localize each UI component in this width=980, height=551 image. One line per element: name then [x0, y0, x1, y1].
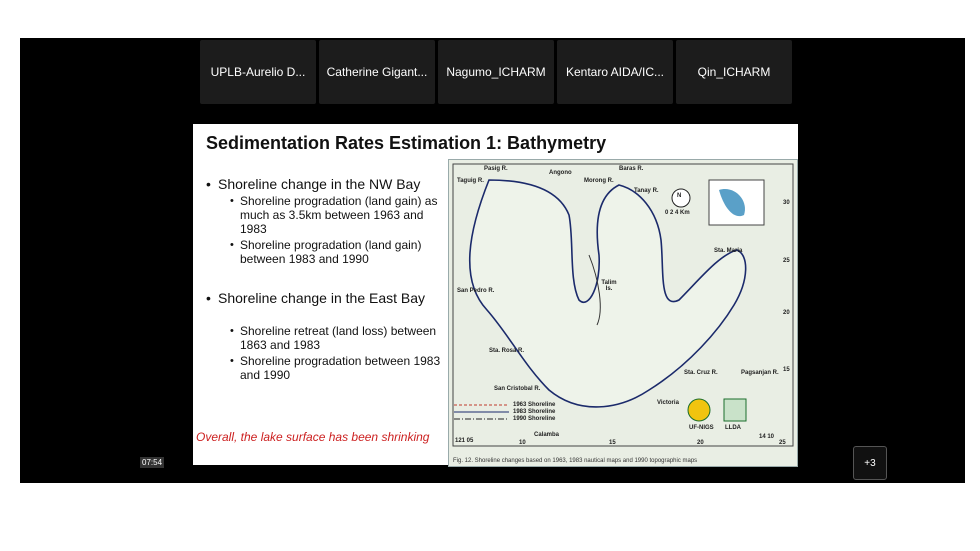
slide-title: Sedimentation Rates Estimation 1: Bathym… — [206, 133, 607, 153]
conclusion-note: Overall, the lake surface has been shrin… — [196, 430, 430, 444]
bullet-east-1: Shoreline retreat (land loss) between 18… — [230, 324, 445, 352]
participant-tile[interactable]: Kentaro AIDA/IC... — [557, 40, 673, 104]
scale-label: 0 2 4 Km — [665, 210, 690, 216]
label-ufnigs: UF-NIGS — [689, 425, 714, 431]
y-tick: 25 — [783, 258, 790, 264]
participant-tile[interactable]: Qin_ICHARM — [676, 40, 792, 104]
bullet-east-2: Shoreline progradation between 1983 and … — [230, 354, 445, 382]
meeting-stage: UPLB-Aurelio D... Catherine Gigant... Na… — [20, 38, 965, 483]
more-participants-button[interactable]: +3 — [853, 446, 887, 480]
label-pagsanjan: Pagsanjan R. — [741, 370, 779, 376]
x-tick: 20 — [697, 440, 704, 446]
x-tick: 15 — [609, 440, 616, 446]
label-llda: LLDA — [725, 425, 741, 431]
participant-tile[interactable]: UPLB-Aurelio D... — [200, 40, 316, 104]
label-sta-maria: Sta. Maria — [714, 248, 743, 254]
legend-1990: 1990 Shoreline — [513, 416, 556, 422]
label-taguig: Taguig R. — [457, 178, 484, 184]
north-label: N — [677, 193, 682, 199]
x-tick: 25 — [779, 440, 786, 446]
participant-name: Kentaro AIDA/IC... — [565, 65, 665, 79]
participant-name: Qin_ICHARM — [697, 65, 771, 79]
coord-left: 121 05 — [455, 438, 474, 444]
participant-name: UPLB-Aurelio D... — [210, 65, 306, 79]
participant-tile[interactable]: Catherine Gigant... — [319, 40, 435, 104]
label-pasig: Pasig R. — [484, 166, 508, 172]
label-morong: Morong R. — [584, 178, 614, 184]
label-talim: Talim Is. — [601, 280, 617, 292]
shared-slide: Sedimentation Rates Estimation 1: Bathym… — [193, 124, 798, 467]
legend-1963: 1963 Shoreline — [513, 402, 556, 408]
map-caption: Fig. 12. Shoreline changes based on 1963… — [453, 458, 698, 464]
bullet-nw-2: Shoreline progradation (land gain) betwe… — [230, 238, 445, 266]
label-calamba: Calamba — [534, 432, 560, 438]
participant-name: Nagumo_ICHARM — [446, 65, 546, 79]
lake-map-drawing — [452, 163, 794, 447]
recording-timer: 07:54 — [140, 457, 165, 468]
label-san-pedro: San Pedro R. — [457, 288, 495, 294]
y-tick: 20 — [783, 310, 790, 316]
y-tick: 15 — [783, 367, 790, 373]
y-tick: 30 — [783, 200, 790, 206]
bullet-nw-1: Shoreline progradation (land gain) as mu… — [230, 194, 445, 236]
legend-1983: 1983 Shoreline — [513, 409, 556, 415]
label-baras: Baras R. — [619, 166, 644, 172]
label-san-cristobal: San Cristobal R. — [494, 386, 541, 392]
participant-name: Catherine Gigant... — [326, 65, 428, 79]
label-victoria: Victoria — [657, 400, 679, 406]
bullet-nw-bay: Shoreline change in the NW Bay — [206, 176, 458, 192]
x-tick: 10 — [519, 440, 526, 446]
label-tanay: Tanay R. — [634, 188, 659, 194]
participant-tile[interactable]: Nagumo_ICHARM — [438, 40, 554, 104]
label-sta-cruz: Sta. Cruz R. — [684, 370, 718, 376]
coord-right: 14 10 — [759, 434, 775, 440]
bullet-east-bay: Shoreline change in the East Bay — [206, 290, 433, 306]
label-angono: Angono — [549, 170, 572, 176]
label-sta-rosa: Sta. Rosa R. — [489, 348, 525, 354]
lake-map: Pasig R. Taguig R. Angono Morong R. Bara… — [448, 159, 798, 467]
